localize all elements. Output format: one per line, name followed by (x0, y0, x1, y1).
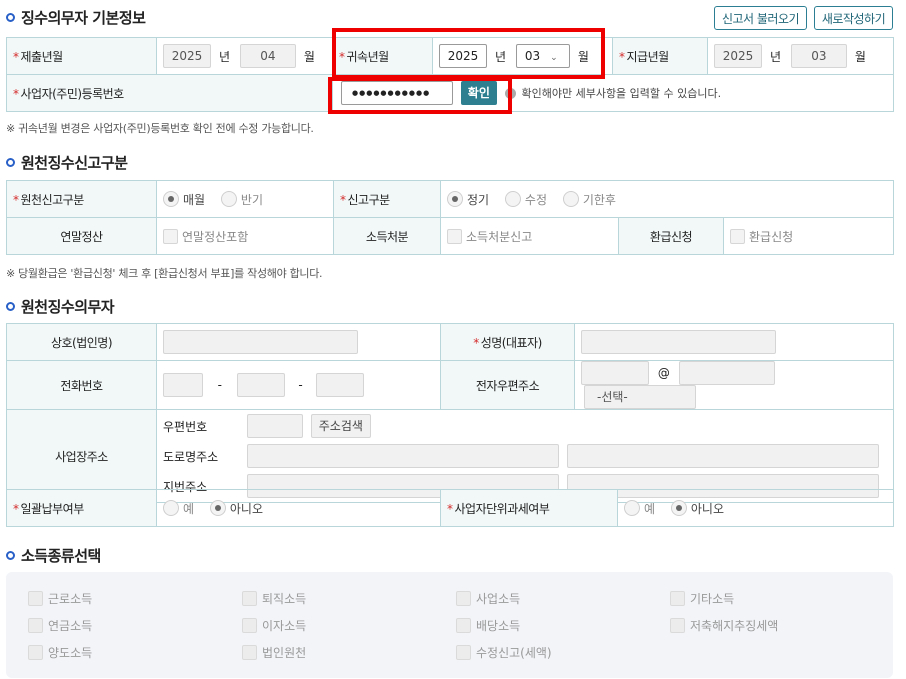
ceo-label: * 성명(대표자) (440, 323, 575, 361)
reg-no-label: * 사업자(주민)등록번호 (6, 74, 333, 112)
year-end-checkbox[interactable]: 연말정산포함 (163, 228, 248, 245)
agent-table-bottom: * 일괄납부여부 예 아니오 * 사업자단위과세여부 예 아니오 (6, 489, 894, 527)
reg-no-input[interactable]: ●●●●●●●●●●● (341, 81, 453, 105)
section-title-agent: 원천징수의무자 (6, 296, 115, 316)
submit-year-field: 2025 (163, 44, 211, 68)
agent-table: 상호(법인명) * 성명(대표자) 전화번호 - - 전자우편주소 @ -선택- … (6, 323, 894, 503)
phone-label: 전화번호 (6, 360, 157, 410)
income-checkbox[interactable]: 퇴직소득 (242, 590, 306, 607)
radio-late[interactable]: 기한후 (562, 191, 616, 208)
attribution-month-label: * 귀속년월 (332, 37, 433, 75)
load-report-button[interactable]: 신고서 불러오기 (714, 6, 807, 30)
unit-tax-label: * 사업자단위과세여부 (440, 489, 618, 527)
email-local-input[interactable] (581, 361, 649, 385)
unit-tax-yes-radio[interactable]: 예 (624, 500, 655, 517)
address-search-button[interactable]: 주소검색 (310, 414, 371, 438)
company-input[interactable] (163, 330, 358, 354)
income-checkbox[interactable]: 수정신고(세액) (456, 644, 552, 661)
submit-month-label: * 제출년월 (6, 37, 157, 75)
bullet-ring-icon (6, 157, 15, 167)
attribution-note: ※ 귀속년월 변경은 사업자(주민)등록번호 확인 전에 수정 가능합니다. (6, 122, 314, 135)
radio-half-year[interactable]: 반기 (220, 191, 263, 208)
report-type-label: * 신고구분 (333, 180, 441, 218)
income-checkbox[interactable]: 연금소득 (28, 617, 92, 634)
disposal-label: 소득처분 (333, 217, 441, 255)
report-type-table: * 원천신고구분 매월 반기 * 신고구분 정기 수정 기한후 연말정산 연말정산포… (6, 180, 894, 255)
bullet-ring-icon (6, 301, 15, 311)
income-checkbox[interactable]: 양도소득 (28, 644, 92, 661)
refund-label: 환급신청 (618, 217, 724, 255)
disposal-checkbox[interactable]: 소득처분신고 (447, 228, 532, 245)
unit-tax-no-radio[interactable]: 아니오 (670, 500, 724, 517)
section-title-report-type: 원천징수신고구분 (6, 152, 128, 172)
radio-monthly[interactable]: 매월 (163, 191, 205, 208)
withholding-type-label: * 원천신고구분 (6, 180, 157, 218)
ceo-input[interactable] (581, 330, 776, 354)
confirm-hint: 확인해야만 세부사항을 입력할 수 있습니다. (521, 87, 722, 100)
radio-regular[interactable]: 정기 (447, 191, 489, 208)
income-type-panel: 근로소득 퇴직소득 사업소득 기타소득 연금소득 이자소득 배당소득 저축해지추… (6, 572, 893, 678)
refund-note: ※ 당월환급은 '환급신청' 체크 후 [환급신청서 부표]를 작성해야 합니다… (6, 267, 323, 280)
section-title-basic-info: 징수의무자 기본정보 (6, 7, 146, 27)
confirm-button[interactable]: 확인 (460, 81, 497, 105)
email-label: 전자우편주소 (440, 360, 575, 410)
lump-payment-label: * 일괄납부여부 (6, 489, 157, 527)
section-title-income: 소득종류선택 (6, 545, 101, 565)
refund-checkbox[interactable]: 환급신청 (730, 228, 793, 245)
road-addr-detail-input[interactable] (566, 444, 879, 468)
lump-yes-radio[interactable]: 예 (163, 500, 194, 517)
section-title-text: 징수의무자 기본정보 (21, 8, 146, 27)
submit-month-field: 04 (239, 44, 296, 68)
phone-part2-input[interactable] (236, 373, 285, 397)
email-domain-select[interactable]: -선택- (584, 385, 696, 409)
company-label: 상호(법인명) (6, 323, 157, 361)
bullet-ring-icon (6, 12, 15, 22)
bullet-ring-icon (6, 550, 15, 560)
income-checkbox[interactable]: 저축해지추징세액 (670, 617, 778, 634)
new-report-button[interactable]: 새로작성하기 (814, 6, 893, 30)
phone-part3-input[interactable] (316, 373, 365, 397)
email-domain-input[interactable] (678, 361, 775, 385)
zip-input[interactable] (247, 414, 303, 438)
attribution-month-select[interactable]: 03 ⌄ (515, 44, 570, 68)
basic-info-table: * 제출년월 2025 년 04 월 * 귀속년월 2025 년 03 ⌄ 월 * 지급년월 2… (6, 37, 894, 112)
income-checkbox[interactable]: 사업소득 (456, 590, 520, 607)
payment-month-field: 03 (790, 44, 847, 68)
year-end-label: 연말정산 (6, 217, 157, 255)
income-checkbox[interactable]: 근로소득 (28, 590, 92, 607)
income-checkbox[interactable]: 배당소득 (456, 617, 520, 634)
payment-month-label: * 지급년월 (612, 37, 708, 75)
income-checkbox[interactable]: 이자소득 (242, 617, 306, 634)
payment-year-field: 2025 (714, 44, 762, 68)
attribution-year-input[interactable]: 2025 (439, 44, 487, 68)
income-checkbox[interactable]: 기타소득 (670, 590, 734, 607)
radio-amend[interactable]: 수정 (504, 191, 547, 208)
road-addr-input[interactable] (247, 444, 559, 468)
lump-no-radio[interactable]: 아니오 (209, 500, 263, 517)
chevron-down-icon: ⌄ (550, 53, 558, 63)
phone-part1-input[interactable] (163, 373, 203, 397)
info-icon (504, 87, 516, 99)
income-checkbox[interactable]: 법인원천 (242, 644, 306, 661)
